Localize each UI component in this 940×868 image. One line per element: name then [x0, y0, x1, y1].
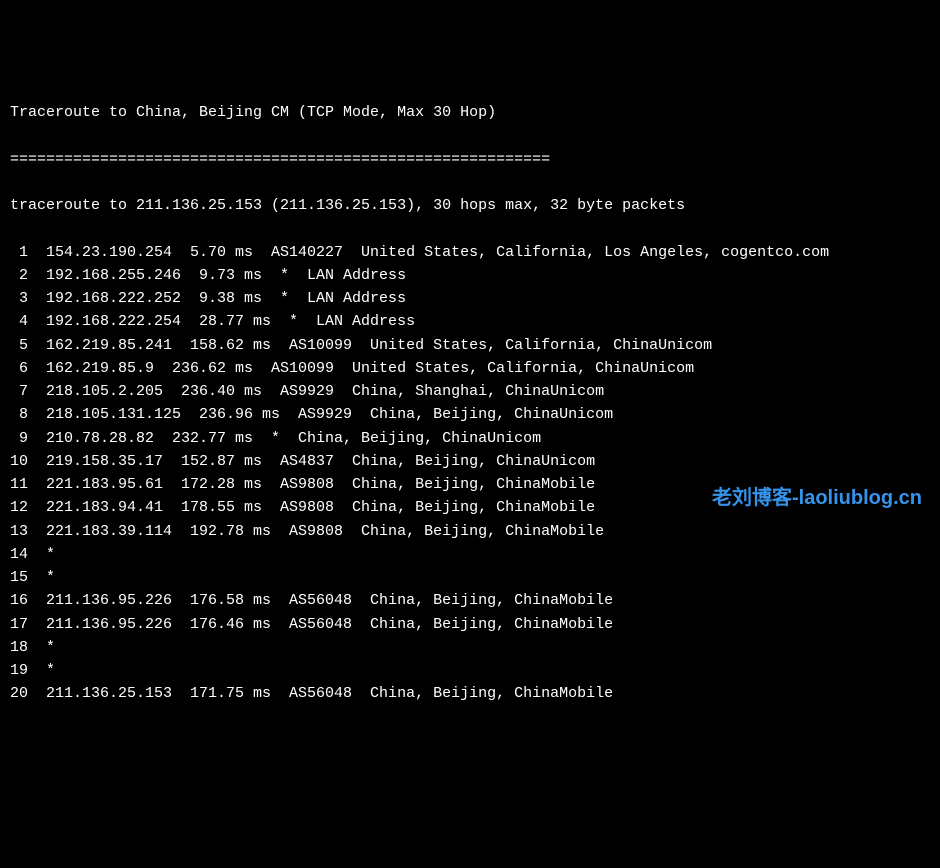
hop-row: 19 * [10, 659, 930, 682]
traceroute-title: Traceroute to China, Beijing CM (TCP Mod… [10, 101, 930, 124]
divider: ========================================… [10, 148, 930, 171]
hop-row: 8 218.105.131.125 236.96 ms AS9929 China… [10, 403, 930, 426]
hop-row: 10 219.158.35.17 152.87 ms AS4837 China,… [10, 450, 930, 473]
hop-row: 6 162.219.85.9 236.62 ms AS10099 United … [10, 357, 930, 380]
hop-row: 4 192.168.222.254 28.77 ms * LAN Address [10, 310, 930, 333]
hop-row: 5 162.219.85.241 158.62 ms AS10099 Unite… [10, 334, 930, 357]
hop-row: 14 * [10, 543, 930, 566]
hop-row: 13 221.183.39.114 192.78 ms AS9808 China… [10, 520, 930, 543]
hop-row: 17 211.136.95.226 176.46 ms AS56048 Chin… [10, 613, 930, 636]
hop-row: 15 * [10, 566, 930, 589]
traceroute-summary: traceroute to 211.136.25.153 (211.136.25… [10, 194, 930, 217]
hop-row: 20 211.136.25.153 171.75 ms AS56048 Chin… [10, 682, 930, 705]
hop-row: 3 192.168.222.252 9.38 ms * LAN Address [10, 287, 930, 310]
watermark: 老刘博客-laoliublog.cn [712, 483, 922, 514]
hop-row: 1 154.23.190.254 5.70 ms AS140227 United… [10, 241, 930, 264]
hop-row: 2 192.168.255.246 9.73 ms * LAN Address [10, 264, 930, 287]
hop-row: 9 210.78.28.82 232.77 ms * China, Beijin… [10, 427, 930, 450]
hop-row: 16 211.136.95.226 176.58 ms AS56048 Chin… [10, 589, 930, 612]
hop-row: 18 * [10, 636, 930, 659]
hop-list: 1 154.23.190.254 5.70 ms AS140227 United… [10, 241, 930, 706]
hop-row: 7 218.105.2.205 236.40 ms AS9929 China, … [10, 380, 930, 403]
